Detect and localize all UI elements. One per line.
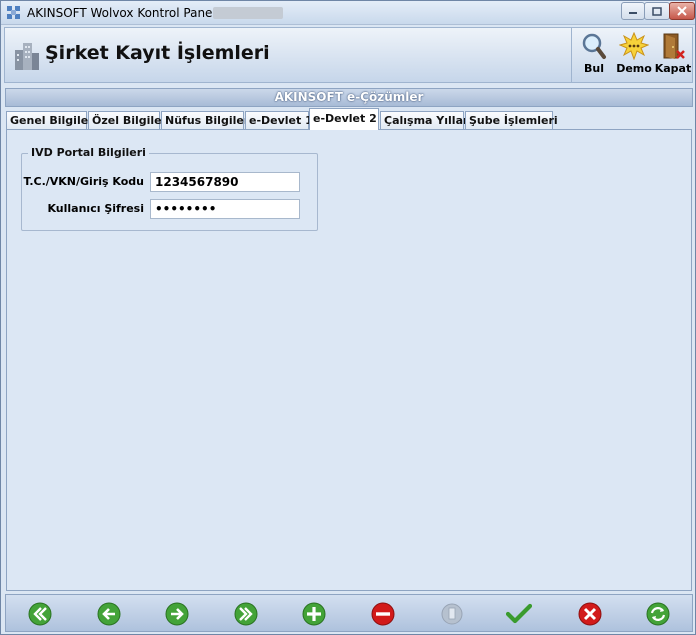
demo-label: Demo xyxy=(616,62,652,75)
tab-label: e-Devlet 1 xyxy=(249,114,313,127)
tab-ozel-bilgiler[interactable]: Özel Bilgiler xyxy=(88,111,167,130)
demo-button[interactable]: Demo xyxy=(614,30,654,80)
close-icon xyxy=(677,6,687,16)
edit-record-icon[interactable] xyxy=(439,601,465,627)
cancel-icon[interactable] xyxy=(577,601,603,627)
buildings-icon xyxy=(15,43,39,70)
tab-nufus-bilgileri[interactable]: Nüfus Bilgileri xyxy=(161,111,253,130)
maximize-icon xyxy=(652,6,662,16)
ivd-portal-group: IVD Portal Bilgileri T.C./VKN/Giriş Kodu… xyxy=(21,146,318,231)
previous-record-icon[interactable] xyxy=(96,601,122,627)
tab-label: e-Devlet 2 xyxy=(313,112,377,125)
header-toolbar: Bul Demo Kapat xyxy=(571,28,692,82)
exit-door-icon xyxy=(663,33,685,59)
password-label: Kullanıcı Şifresi xyxy=(47,202,144,215)
tab-label: Şube İşlemleri xyxy=(469,114,558,127)
exit-label: Kapat xyxy=(654,62,692,75)
record-navigation-bar xyxy=(5,594,693,632)
delete-record-icon[interactable] xyxy=(370,601,396,627)
maximize-button[interactable] xyxy=(644,2,670,20)
save-checkmark-icon[interactable] xyxy=(506,601,532,627)
tab-label: Özel Bilgiler xyxy=(92,114,168,127)
tab-genel-bilgiler[interactable]: Genel Bilgiler xyxy=(6,111,94,130)
app-logo-icon xyxy=(7,6,20,19)
page-header: Şirket Kayıt İşlemleri Bul Demo Kapat xyxy=(4,27,693,83)
last-record-icon[interactable] xyxy=(233,601,259,627)
section-banner: AKINSOFT e-Çözümler xyxy=(5,88,693,107)
tab-label: Çalışma Yılları xyxy=(384,114,473,127)
tab-sube-islemleri[interactable]: Şube İşlemleri xyxy=(465,111,558,130)
tc-input[interactable] xyxy=(150,172,300,192)
minimize-button[interactable] xyxy=(621,2,645,20)
title-bar[interactable]: AKINSOFT Wolvox Kontrol Paneli s8. xyxy=(1,1,695,25)
page-title: Şirket Kayıt İşlemleri xyxy=(45,42,270,64)
next-record-icon[interactable] xyxy=(164,601,190,627)
find-button[interactable]: Bul xyxy=(574,30,614,80)
refresh-icon[interactable] xyxy=(645,601,671,627)
starburst-icon xyxy=(619,32,649,60)
tab-content-panel: IVD Portal Bilgileri T.C./VKN/Giriş Kodu… xyxy=(6,129,692,591)
app-window: AKINSOFT Wolvox Kontrol Paneli s8. Şirke… xyxy=(0,0,696,635)
close-window-button[interactable] xyxy=(669,2,695,20)
tc-label: T.C./VKN/Giriş Kodu xyxy=(23,175,144,188)
tab-label: Nüfus Bilgileri xyxy=(165,114,254,127)
minimize-icon xyxy=(629,12,637,14)
first-record-icon[interactable] xyxy=(27,601,53,627)
redacted-version xyxy=(213,7,283,19)
tab-e-devlet-2[interactable]: e-Devlet 2 xyxy=(309,108,379,130)
group-title: IVD Portal Bilgileri xyxy=(28,146,149,159)
window-title: AKINSOFT Wolvox Kontrol Paneli s8. xyxy=(27,6,241,20)
add-record-icon[interactable] xyxy=(301,601,327,627)
exit-button[interactable]: Kapat xyxy=(653,30,693,80)
find-label: Bul xyxy=(584,62,604,75)
tab-e-devlet-1[interactable]: e-Devlet 1 xyxy=(245,111,313,130)
tab-calisma-yillari[interactable]: Çalışma Yılları xyxy=(380,111,472,130)
tab-label: Genel Bilgiler xyxy=(10,114,94,127)
magnifier-icon xyxy=(582,33,606,59)
password-input[interactable] xyxy=(150,199,300,219)
